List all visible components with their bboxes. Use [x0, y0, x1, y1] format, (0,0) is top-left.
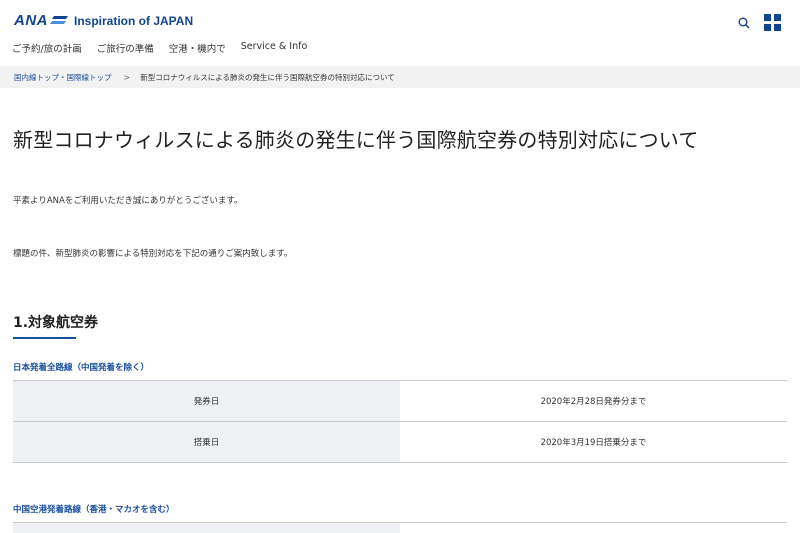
ticket-conditions-table: 発券日 2020年2月28日発券分まで 搭乗日 2020年3月19日搭乗分まで — [13, 380, 787, 463]
table-header-cell: 搭乗日 — [13, 422, 400, 462]
notice-paragraph: 標題の件、新型肺炎の影響による特別対応を下記の通りご案内致します。 — [13, 249, 293, 259]
breadcrumb: 国内線トップ・国際線トップ > 新型コロナウィルスによる肺炎の発生に伴う国際航空… — [0, 66, 800, 88]
logo-stripes-icon — [49, 15, 69, 27]
intro-paragraph: 平素よりANAをご利用いただき誠にありがとうございます。 — [13, 196, 243, 206]
subsection-heading-china: 中国空港発着路線（香港・マカオを含む） — [13, 505, 175, 515]
table-value-cell — [400, 523, 787, 533]
menu-grid-icon[interactable] — [764, 14, 781, 31]
breadcrumb-link-top[interactable]: 国内線トップ・国際線トップ — [14, 72, 112, 83]
global-nav: ご予約/旅の計画 ご旅行の準備 空港・機内で Service & Info — [12, 41, 322, 55]
breadcrumb-separator: > — [123, 72, 131, 82]
ana-logo[interactable]: ANA Inspiration of JAPAN — [14, 12, 193, 29]
china-conditions-table — [13, 522, 787, 533]
nav-item-airport[interactable]: 空港・機内で — [169, 41, 226, 55]
nav-item-preparation[interactable]: ご旅行の準備 — [97, 41, 154, 55]
table-value-cell: 2020年2月28日発券分まで — [400, 381, 787, 421]
section-title: 1.対象航空券 — [13, 315, 99, 331]
logo-wordmark: ANA — [14, 12, 48, 29]
table-row: 発券日 2020年2月28日発券分まで — [13, 381, 787, 422]
table-header-cell — [13, 523, 400, 533]
search-icon[interactable] — [738, 17, 750, 29]
table-value-cell: 2020年3月19日搭乗分まで — [400, 422, 787, 462]
breadcrumb-current: 新型コロナウィルスによる肺炎の発生に伴う国際航空券の特別対応について — [140, 72, 395, 82]
site-header: ANA Inspiration of JAPAN ご予約/旅の計画 ご旅行の準備… — [0, 0, 800, 66]
table-row — [13, 523, 787, 533]
nav-item-reservation[interactable]: ご予約/旅の計画 — [12, 41, 82, 55]
table-header-cell: 発券日 — [13, 381, 400, 421]
logo-tagline: Inspiration of JAPAN — [74, 13, 194, 28]
section-underline — [13, 337, 76, 339]
subsection-heading-japan: 日本発着全路線（中国発着を除く） — [13, 363, 150, 373]
table-row: 搭乗日 2020年3月19日搭乗分まで — [13, 422, 787, 463]
nav-item-service-info[interactable]: Service & Info — [241, 41, 308, 55]
page-title: 新型コロナウィルスによる肺炎の発生に伴う国際航空券の特別対応について — [13, 128, 699, 152]
